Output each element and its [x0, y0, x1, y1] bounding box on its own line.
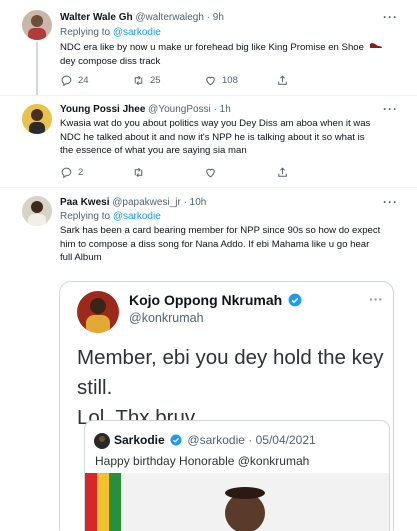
share-icon [278, 75, 287, 85]
embedded-text-line: Member, ebi you dey hold the key still. [77, 346, 384, 399]
replying-to: Replying to @sarkodie [60, 211, 161, 222]
avatar [94, 433, 110, 449]
tweet-text-line: full Album [60, 252, 102, 263]
tweet-text: NDC era like by now u make ur forehead b… [60, 40, 405, 68]
reply-count: 24 [78, 75, 89, 86]
timestamp[interactable]: · 1h [214, 104, 231, 115]
embedded-header: Kojo Oppong Nkrumah [129, 292, 302, 310]
avatar [77, 291, 119, 333]
tweet-header: Walter Wale Gh @walterwalegh · 9h [60, 12, 224, 23]
tweet-actions: 24 25 108 [60, 74, 289, 87]
share-button[interactable] [276, 74, 289, 87]
author-name[interactable]: Young Possi Jhee [60, 104, 145, 115]
avatar[interactable] [22, 104, 52, 134]
tweet-2[interactable]: Young Possi Jhee @YoungPossi · 1h ··· Kw… [0, 96, 417, 186]
tweet-text-line: Sark has been a card bearing member for … [60, 225, 381, 236]
thread-line [36, 42, 38, 96]
embedded-author-name: Kojo Oppong Nkrumah [129, 292, 283, 308]
more-options-icon: ··· [369, 291, 383, 307]
like-button[interactable]: 108 [204, 74, 276, 87]
author-handle[interactable]: @walterwalegh [135, 12, 204, 23]
reply-count: 2 [78, 167, 84, 178]
quoted-date: · 05/04/2021 [248, 433, 316, 447]
share-button[interactable] [276, 166, 289, 179]
avatar[interactable] [22, 196, 52, 226]
tweet-header: Paa Kwesi @papakwesi_jr · 10h [60, 197, 206, 208]
tweet-1[interactable]: Walter Wale Gh @walterwalegh · 9h ··· Re… [0, 0, 417, 95]
timestamp[interactable]: · 9h [207, 12, 224, 23]
more-options-icon[interactable]: ··· [383, 10, 398, 24]
share-icon [278, 167, 287, 177]
replying-prefix: Replying to [60, 211, 111, 222]
reply-button[interactable]: 24 [60, 74, 132, 87]
retweet-button[interactable]: 25 [132, 74, 204, 87]
replying-prefix: Replying to [60, 27, 111, 38]
reply-button[interactable]: 2 [60, 166, 132, 179]
heart-icon [206, 76, 215, 86]
tweet-text-line: NDC he talked about it and now it's NPP … [60, 131, 365, 143]
retweet-icon [134, 75, 143, 86]
tweet-header: Young Possi Jhee @YoungPossi · 1h [60, 104, 231, 115]
tweet-text-line: the essence of what you are saying sia m… [60, 145, 247, 156]
reply-icon [61, 167, 72, 179]
verified-badge-icon [170, 434, 182, 449]
replying-to: Replying to @sarkodie [60, 27, 161, 38]
more-options-icon[interactable]: ··· [383, 195, 398, 209]
tweet-text-line: him to compose a diss song for Nana Addo… [60, 238, 370, 250]
author-name[interactable]: Walter Wale Gh [60, 12, 133, 23]
more-options-icon[interactable]: ··· [383, 102, 398, 116]
tweet-text-line: NDC era like by now u make ur forehead b… [60, 41, 364, 53]
quoted-author-name: Sarkodie [114, 433, 165, 447]
quoted-photo [85, 473, 389, 531]
tweet-text: Kwasia wat do you about politics way you… [60, 117, 405, 158]
tweet-text: Sark has been a card bearing member for … [60, 224, 405, 265]
shoe-emoji-icon [369, 40, 383, 55]
replying-to-link[interactable]: @sarkodie [113, 211, 161, 222]
retweet-icon [134, 167, 143, 178]
like-button[interactable] [204, 166, 276, 179]
avatar[interactable] [22, 10, 52, 40]
quoted-header: Sarkodie @sarkodie · 05/04/2021 [114, 433, 316, 449]
heart-icon [206, 168, 215, 178]
tweet-text-line: dey compose diss track [60, 55, 161, 67]
retweet-count: 25 [150, 75, 161, 86]
embedded-author-handle: @konkrumah [129, 311, 204, 325]
tweet-actions: 2 [60, 166, 289, 179]
author-name[interactable]: Paa Kwesi [60, 197, 109, 208]
quoted-author-handle: @sarkodie [187, 433, 245, 447]
author-handle[interactable]: @papakwesi_jr [112, 197, 181, 208]
replying-to-link[interactable]: @sarkodie [113, 27, 161, 38]
author-handle[interactable]: @YoungPossi [148, 104, 211, 115]
quoted-tweet: Sarkodie @sarkodie · 05/04/2021 Happy bi… [84, 420, 390, 531]
quoted-text: Happy birthday Honorable @konkrumah [95, 454, 310, 468]
tweet-text-line: Kwasia wat do you about politics way you… [60, 118, 371, 129]
like-count: 108 [222, 75, 238, 86]
verified-badge-icon [288, 293, 302, 310]
timestamp[interactable]: · 10h [184, 197, 207, 208]
reply-icon [61, 75, 72, 87]
retweet-button[interactable] [132, 166, 204, 179]
